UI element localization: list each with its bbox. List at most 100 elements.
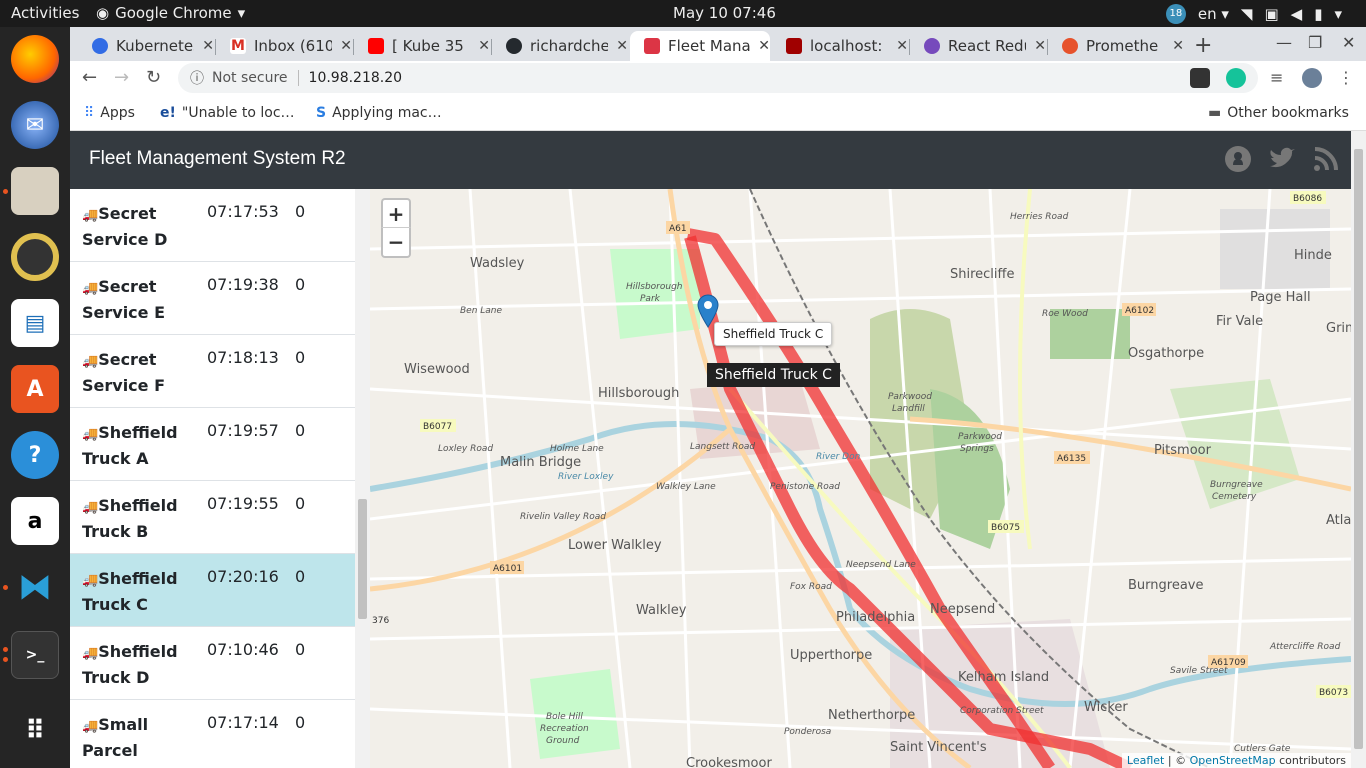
zoom-in-button[interactable]: + bbox=[381, 198, 411, 228]
page-scrollbar[interactable] bbox=[1351, 131, 1366, 768]
list-item[interactable]: 🚚Small Parcel Service 1 07:17:14 0 bbox=[70, 700, 355, 768]
language-indicator[interactable]: en ▾ bbox=[1198, 5, 1229, 23]
svg-text:Herries Road: Herries Road bbox=[1010, 212, 1069, 222]
new-tab-button[interactable]: + bbox=[1194, 33, 1212, 58]
tab-title: Kubernetes bbox=[116, 37, 195, 55]
list-item[interactable]: 🚚Sheffield Truck B 07:19:55 0 bbox=[70, 481, 355, 554]
firefox-icon[interactable] bbox=[11, 35, 59, 83]
back-button[interactable]: ← bbox=[82, 67, 97, 88]
avatar[interactable] bbox=[1302, 68, 1322, 88]
list-item[interactable]: 🚚Sheffield Truck A 07:19:57 0 bbox=[70, 408, 355, 481]
tab-kube35[interactable]: [ Kube 35 ] ✕ bbox=[354, 31, 490, 61]
reload-button[interactable]: ↻ bbox=[146, 67, 161, 88]
activities-button[interactable]: Activities bbox=[11, 4, 79, 22]
notification-badge[interactable]: 18 bbox=[1165, 3, 1186, 24]
close-icon[interactable]: ✕ bbox=[478, 38, 490, 54]
menu-icon[interactable]: ⋮ bbox=[1336, 68, 1356, 88]
rss-icon[interactable] bbox=[1312, 145, 1340, 173]
close-icon[interactable]: ✕ bbox=[202, 38, 214, 54]
svg-text:Pitsmoor: Pitsmoor bbox=[1154, 443, 1212, 458]
rhythmbox-icon[interactable] bbox=[11, 233, 59, 281]
chevron-down-icon: ▾ bbox=[237, 4, 246, 22]
tab-title: Inbox (610) bbox=[254, 37, 333, 55]
vscode-icon[interactable]: ⧓ bbox=[11, 563, 59, 611]
twitter-icon[interactable] bbox=[1268, 145, 1296, 173]
list-item[interactable]: 🚚Secret Service F 07:18:13 0 bbox=[70, 335, 355, 408]
close-icon[interactable]: ✕ bbox=[1172, 38, 1184, 54]
wifi-icon: ◥ bbox=[1240, 4, 1253, 23]
truck-icon: 🚚 bbox=[82, 573, 99, 588]
map-attribution: Leaflet | © OpenStreetMap contributors bbox=[1121, 753, 1351, 768]
divider bbox=[297, 70, 299, 86]
close-icon[interactable]: ✕ bbox=[616, 38, 628, 54]
app-menu[interactable]: ◉ Google Chrome ▾ bbox=[96, 4, 245, 22]
vehicle-name: 🚚Small Parcel Service 1 bbox=[82, 715, 165, 768]
vehicle-time: 07:17:14 bbox=[207, 713, 279, 732]
scrollbar-thumb[interactable] bbox=[1354, 149, 1363, 749]
tab-richardche[interactable]: richardche ✕ bbox=[492, 31, 628, 61]
system-tray[interactable]: 18 en ▾ ◥ ▣ ◀ ▮ ▾ bbox=[1165, 0, 1366, 27]
tab-fleet-management[interactable]: Fleet Mana ✕ bbox=[630, 31, 770, 61]
app-title[interactable]: Fleet Management System R2 bbox=[89, 148, 346, 170]
security-indicator[interactable]: ⓘ Not secure bbox=[190, 68, 288, 88]
truck-icon: 🚚 bbox=[82, 427, 99, 442]
grammarly-icon[interactable] bbox=[1226, 68, 1246, 88]
vehicle-time: 07:19:55 bbox=[207, 494, 279, 513]
bookmark-2[interactable]: S Applying mac… bbox=[316, 105, 442, 121]
list-item[interactable]: 🚚Secret Service D 07:17:53 0 bbox=[70, 189, 355, 262]
zoom-out-button[interactable]: − bbox=[381, 228, 411, 258]
close-icon[interactable]: ✕ bbox=[896, 38, 908, 54]
other-bookmarks[interactable]: ▬ Other bookmarks bbox=[1208, 105, 1349, 121]
github-icon[interactable] bbox=[1224, 145, 1252, 173]
info-icon: ⓘ bbox=[190, 71, 204, 87]
tab-kubernetes[interactable]: Kubernetes ✕ bbox=[78, 31, 214, 61]
vehicle-count: 0 bbox=[295, 421, 306, 440]
bookmark-1[interactable]: e! "Unable to loc… bbox=[160, 105, 295, 121]
scrollbar-thumb[interactable] bbox=[358, 499, 367, 619]
tab-title: Promethe bbox=[1086, 37, 1159, 55]
tab-inbox[interactable]: M Inbox (610) ✕ bbox=[216, 31, 352, 61]
close-icon[interactable]: ✕ bbox=[1034, 38, 1046, 54]
close-icon[interactable]: ✕ bbox=[340, 38, 352, 54]
vehicle-count: 0 bbox=[295, 640, 306, 659]
forward-button[interactable]: → bbox=[114, 67, 129, 88]
terminal-icon[interactable]: >_ bbox=[11, 631, 59, 679]
clock[interactable]: May 10 07:46 bbox=[673, 4, 776, 22]
vehicle-name: 🚚Secret Service E bbox=[82, 277, 166, 322]
osm-link[interactable]: OpenStreetMap bbox=[1190, 754, 1276, 767]
amazon-icon[interactable]: a bbox=[11, 497, 59, 545]
list-item[interactable]: 🚚Sheffield Truck D 07:10:46 0 bbox=[70, 627, 355, 700]
thunderbird-icon[interactable]: ✉ bbox=[11, 101, 59, 149]
svg-text:Upperthorpe: Upperthorpe bbox=[790, 648, 872, 663]
tab-localhost[interactable]: localhost: ✕ bbox=[772, 31, 908, 61]
bookmark-apps[interactable]: ⠿ Apps bbox=[84, 105, 135, 121]
svg-text:Osgathorpe: Osgathorpe bbox=[1128, 346, 1204, 361]
list-item-selected[interactable]: 🚚Sheffield Truck C 07:20:16 0 bbox=[70, 554, 355, 627]
vehicle-name: 🚚Sheffield Truck B bbox=[82, 496, 178, 541]
leaflet-link[interactable]: Leaflet bbox=[1127, 754, 1164, 767]
files-icon[interactable] bbox=[11, 167, 59, 215]
tab-react-redux[interactable]: React Redu ✕ bbox=[910, 31, 1046, 61]
close-window-button[interactable]: ✕ bbox=[1342, 33, 1355, 52]
list-item[interactable]: 🚚Secret Service E 07:19:38 0 bbox=[70, 262, 355, 335]
minimize-button[interactable]: — bbox=[1276, 33, 1292, 52]
truck-icon: 🚚 bbox=[82, 208, 99, 223]
show-apps-icon[interactable]: ⠿ bbox=[11, 707, 59, 755]
map[interactable]: Wadsley Shirecliffe Wisewood Hillsborough … bbox=[370, 189, 1351, 768]
address-bar[interactable]: ⓘ Not secure 10.98.218.20 ☆ bbox=[178, 63, 1258, 93]
media-queue-icon[interactable]: ≡ bbox=[1270, 68, 1290, 88]
vehicle-count: 0 bbox=[295, 275, 306, 294]
svg-text:Philadelphia: Philadelphia bbox=[836, 610, 915, 625]
vehicle-list: 🚚Secret Service D 07:17:53 0 🚚Secret Ser… bbox=[70, 189, 355, 768]
svg-text:Malin Bridge: Malin Bridge bbox=[500, 455, 581, 470]
url-text[interactable]: 10.98.218.20 bbox=[309, 70, 403, 86]
tab-prometheus[interactable]: Promethe ✕ bbox=[1048, 31, 1184, 61]
software-icon[interactable]: A bbox=[11, 365, 59, 413]
close-icon[interactable]: ✕ bbox=[758, 38, 770, 54]
svg-text:Corporation Street: Corporation Street bbox=[960, 706, 1044, 716]
list-scrollbar[interactable] bbox=[355, 189, 370, 768]
writer-icon[interactable]: ▤ bbox=[11, 299, 59, 347]
help-icon[interactable]: ? bbox=[11, 431, 59, 479]
extension-clapper-icon[interactable] bbox=[1190, 68, 1210, 88]
maximize-button[interactable]: ❐ bbox=[1308, 33, 1322, 52]
